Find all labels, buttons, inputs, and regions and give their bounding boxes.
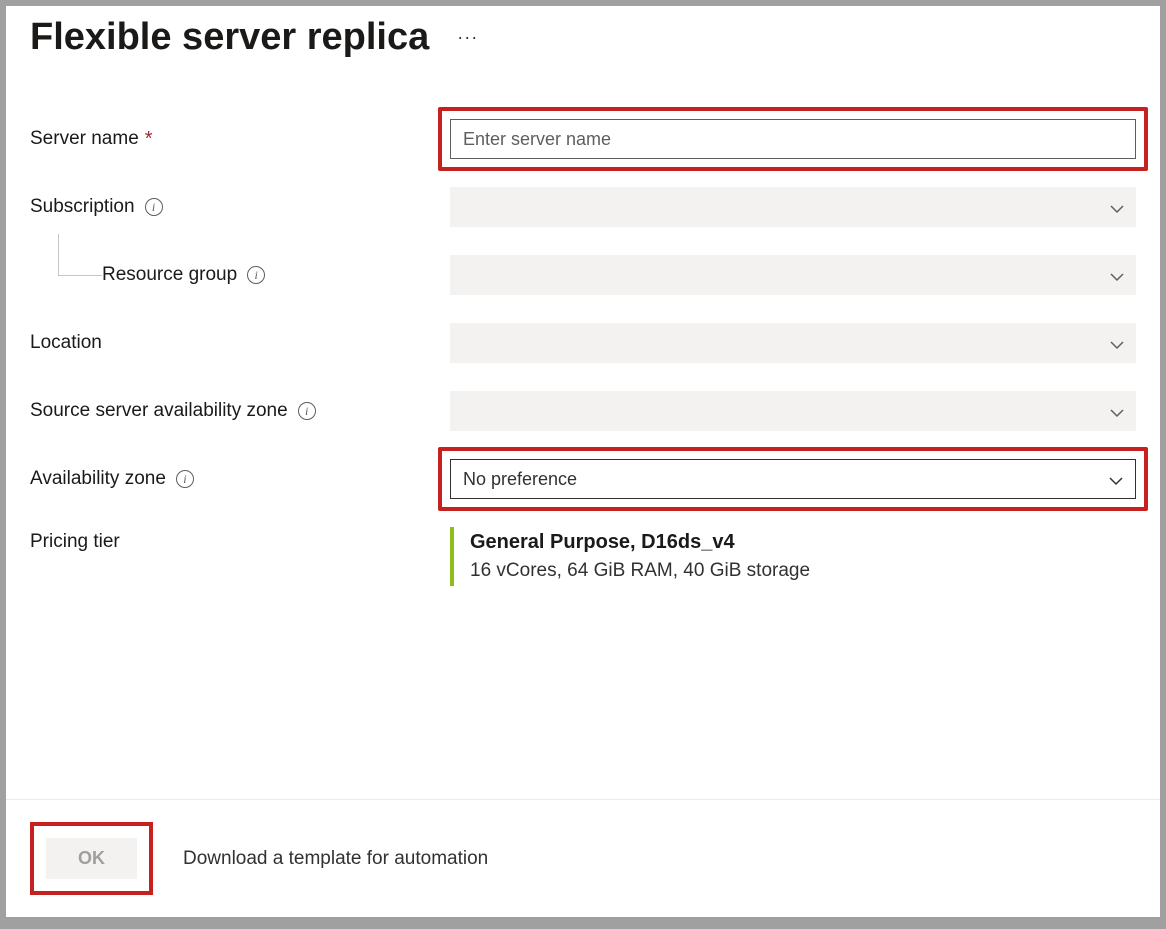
chevron-down-icon: [1110, 336, 1124, 350]
server-name-input[interactable]: [450, 119, 1136, 159]
info-icon[interactable]: i: [247, 266, 265, 284]
hierarchy-connector: [58, 234, 102, 276]
label-text: Server name: [30, 128, 139, 150]
row-subscription: Subscription i: [30, 187, 1136, 227]
label-pricing-tier: Pricing tier: [30, 527, 450, 553]
ok-button[interactable]: OK: [46, 838, 137, 879]
row-resource-group: Resource group i: [30, 255, 1136, 295]
input-col: [450, 119, 1136, 159]
row-server-name: Server name *: [30, 119, 1136, 159]
label-server-name: Server name *: [30, 128, 450, 151]
label-text: Pricing tier: [30, 531, 120, 553]
input-col: [450, 255, 1136, 295]
availability-zone-select[interactable]: No preference: [450, 459, 1136, 499]
source-az-select[interactable]: [450, 391, 1136, 431]
label-text: Subscription: [30, 196, 135, 218]
input-col: [450, 187, 1136, 227]
chevron-down-icon: [1110, 404, 1124, 418]
label-availability-zone: Availability zone i: [30, 468, 450, 490]
title-row: Flexible server replica ···: [30, 16, 1136, 59]
info-icon[interactable]: i: [176, 470, 194, 488]
row-pricing-tier: Pricing tier General Purpose, D16ds_v4 1…: [30, 527, 1136, 586]
pricing-tier-detail: 16 vCores, 64 GiB RAM, 40 GiB storage: [470, 560, 1120, 582]
highlight-ok-button: OK: [30, 822, 153, 895]
blade-content: Flexible server replica ··· Server name …: [6, 6, 1160, 799]
row-source-az: Source server availability zone i: [30, 391, 1136, 431]
label-source-az: Source server availability zone i: [30, 400, 450, 422]
chevron-down-icon: [1110, 268, 1124, 282]
info-icon[interactable]: i: [145, 198, 163, 216]
highlight-server-name: [438, 107, 1148, 171]
info-icon[interactable]: i: [298, 402, 316, 420]
chevron-down-icon: [1110, 200, 1124, 214]
label-text: Location: [30, 332, 102, 354]
pricing-tier-info: General Purpose, D16ds_v4 16 vCores, 64 …: [450, 527, 1136, 586]
chevron-down-icon: [1109, 472, 1123, 486]
row-availability-zone: Availability zone i No preference: [30, 459, 1136, 499]
subscription-select[interactable]: [450, 187, 1136, 227]
highlight-availability-zone: No preference: [438, 447, 1148, 511]
page-title: Flexible server replica: [30, 16, 429, 59]
row-location: Location: [30, 323, 1136, 363]
select-value: No preference: [463, 469, 577, 490]
input-col: General Purpose, D16ds_v4 16 vCores, 64 …: [450, 527, 1136, 586]
input-col: No preference: [450, 459, 1136, 499]
input-col: [450, 323, 1136, 363]
label-location: Location: [30, 332, 450, 354]
required-indicator: *: [145, 128, 153, 151]
resource-group-select[interactable]: [450, 255, 1136, 295]
pricing-tier-title: General Purpose, D16ds_v4: [470, 531, 1120, 554]
label-text: Source server availability zone: [30, 400, 288, 422]
label-text: Resource group: [102, 264, 237, 286]
blade-panel: Flexible server replica ··· Server name …: [6, 6, 1160, 917]
label-resource-group: Resource group i: [30, 264, 450, 286]
input-col: [450, 391, 1136, 431]
label-text: Availability zone: [30, 468, 166, 490]
blade-footer: OK Download a template for automation: [6, 799, 1160, 917]
label-subscription: Subscription i: [30, 196, 450, 218]
location-select[interactable]: [450, 323, 1136, 363]
download-template-link[interactable]: Download a template for automation: [183, 848, 488, 870]
more-actions-icon[interactable]: ···: [453, 23, 482, 52]
